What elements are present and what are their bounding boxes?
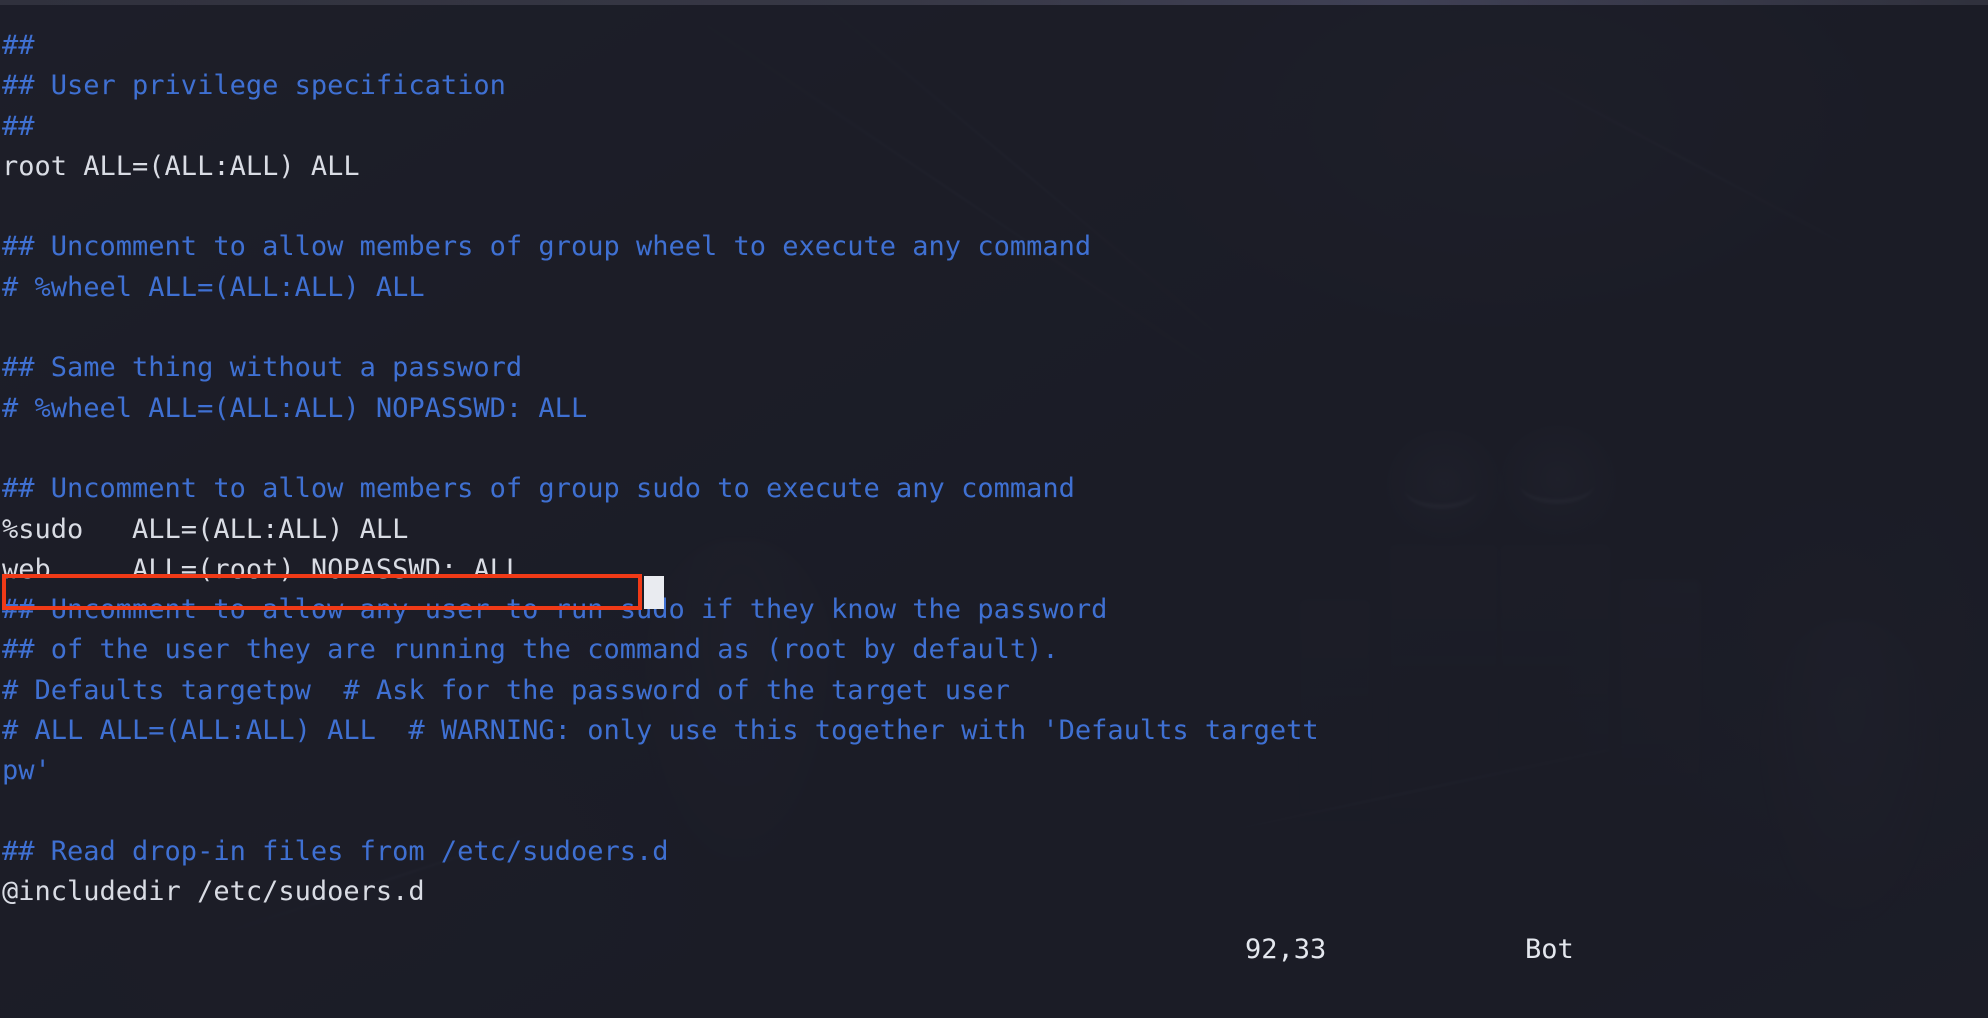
buffer-line[interactable]: ## Uncomment to allow any user to run su… bbox=[2, 590, 1988, 630]
buffer-line[interactable]: ## Read drop-in files from /etc/sudoers.… bbox=[2, 832, 1988, 872]
buffer-line[interactable] bbox=[2, 308, 1988, 348]
block-cursor bbox=[644, 576, 664, 609]
buffer-line[interactable]: ## User privilege specification bbox=[2, 66, 1988, 106]
buffer-line[interactable]: root ALL=(ALL:ALL) ALL bbox=[2, 147, 1988, 187]
buffer-line[interactable]: %sudo ALL=(ALL:ALL) ALL bbox=[2, 510, 1988, 550]
buffer-line[interactable]: # Defaults targetpw # Ask for the passwo… bbox=[2, 671, 1988, 711]
text-buffer[interactable]: ## ## User privilege specification ## root … bbox=[2, 0, 1988, 1018]
buffer-line[interactable]: ## bbox=[2, 26, 1988, 66]
buffer-line[interactable]: # %wheel ALL=(ALL:ALL) NOPASSWD: ALL bbox=[2, 389, 1988, 429]
statusline-position: Bot bbox=[1525, 934, 1574, 965]
statusline-ruler: 92,33 bbox=[1245, 934, 1327, 965]
buffer-line[interactable]: ## bbox=[2, 107, 1988, 147]
buffer-line[interactable]: web ALL=(root) NOPASSWD: ALL bbox=[2, 550, 1988, 590]
buffer-line[interactable] bbox=[2, 429, 1988, 469]
buffer-line[interactable]: # %wheel ALL=(ALL:ALL) ALL bbox=[2, 268, 1988, 308]
buffer-line[interactable]: pw' bbox=[2, 751, 1988, 791]
buffer-line[interactable] bbox=[2, 792, 1988, 832]
buffer-line[interactable]: # ALL ALL=(ALL:ALL) ALL # WARNING: only … bbox=[2, 711, 1988, 751]
buffer-line[interactable]: ## Uncomment to allow members of group w… bbox=[2, 227, 1988, 267]
buffer-line[interactable]: ## Uncomment to allow members of group s… bbox=[2, 469, 1988, 509]
vim-statusline: 92,33 Bot bbox=[0, 930, 1988, 970]
terminal-screen: ## ## User privilege specification ## root … bbox=[0, 0, 1988, 1018]
buffer-line[interactable]: ## Same thing without a password bbox=[2, 348, 1988, 388]
buffer-line[interactable]: @includedir /etc/sudoers.d bbox=[2, 872, 1988, 912]
buffer-line[interactable] bbox=[2, 187, 1988, 227]
buffer-line[interactable]: ## of the user they are running the comm… bbox=[2, 630, 1988, 670]
